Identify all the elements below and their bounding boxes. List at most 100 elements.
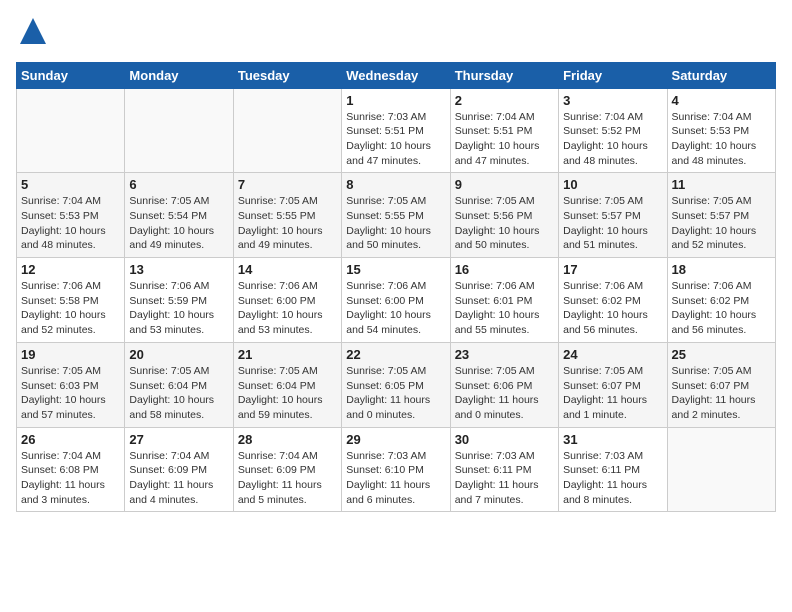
day-info: Sunrise: 7:04 AMSunset: 5:51 PMDaylight:… — [455, 110, 554, 169]
day-info: Sunrise: 7:05 AMSunset: 5:54 PMDaylight:… — [129, 194, 228, 253]
day-info: Sunrise: 7:06 AMSunset: 5:58 PMDaylight:… — [21, 279, 120, 338]
calendar-cell: 16 Sunrise: 7:06 AMSunset: 6:01 PMDayligh… — [450, 258, 558, 343]
day-info: Sunrise: 7:05 AMSunset: 6:05 PMDaylight:… — [346, 364, 445, 423]
day-number: 13 — [129, 262, 228, 277]
calendar-cell — [233, 88, 341, 173]
page-header — [16, 16, 776, 52]
day-number: 12 — [21, 262, 120, 277]
day-number: 5 — [21, 177, 120, 192]
calendar-cell: 1 Sunrise: 7:03 AMSunset: 5:51 PMDaylight… — [342, 88, 450, 173]
day-info: Sunrise: 7:03 AMSunset: 5:51 PMDaylight:… — [346, 110, 445, 169]
calendar-cell: 5 Sunrise: 7:04 AMSunset: 5:53 PMDaylight… — [17, 173, 125, 258]
day-info: Sunrise: 7:06 AMSunset: 6:00 PMDaylight:… — [238, 279, 337, 338]
weekday-header-sunday: Sunday — [17, 62, 125, 88]
day-number: 14 — [238, 262, 337, 277]
calendar-cell: 21Sunrise: 7:05 AMSunset: 6:04 PMDayligh… — [233, 342, 341, 427]
day-number: 16 — [455, 262, 554, 277]
day-info: Sunrise: 7:04 AMSunset: 5:53 PMDaylight:… — [672, 110, 771, 169]
day-info: Sunrise: 7:05 AMSunset: 5:57 PMDaylight:… — [563, 194, 662, 253]
calendar-cell: 14 Sunrise: 7:06 AMSunset: 6:00 PMDayligh… — [233, 258, 341, 343]
day-number: 31 — [563, 432, 662, 447]
calendar-cell: 30Sunrise: 7:03 AMSunset: 6:11 PMDayligh… — [450, 427, 558, 512]
calendar-cell: 25Sunrise: 7:05 AMSunset: 6:07 PMDayligh… — [667, 342, 775, 427]
calendar-cell — [17, 88, 125, 173]
day-number: 26 — [21, 432, 120, 447]
calendar-cell: 20Sunrise: 7:05 AMSunset: 6:04 PMDayligh… — [125, 342, 233, 427]
day-number: 29 — [346, 432, 445, 447]
day-info: Sunrise: 7:04 AMSunset: 6:08 PMDaylight:… — [21, 449, 120, 508]
calendar-week-4: 19Sunrise: 7:05 AMSunset: 6:03 PMDayligh… — [17, 342, 776, 427]
day-info: Sunrise: 7:05 AMSunset: 5:55 PMDaylight:… — [346, 194, 445, 253]
day-info: Sunrise: 7:05 AMSunset: 6:07 PMDaylight:… — [672, 364, 771, 423]
day-number: 27 — [129, 432, 228, 447]
day-number: 6 — [129, 177, 228, 192]
calendar-cell: 3 Sunrise: 7:04 AMSunset: 5:52 PMDaylight… — [559, 88, 667, 173]
weekday-header-monday: Monday — [125, 62, 233, 88]
day-number: 15 — [346, 262, 445, 277]
calendar-cell: 8 Sunrise: 7:05 AMSunset: 5:55 PMDaylight… — [342, 173, 450, 258]
day-number: 9 — [455, 177, 554, 192]
calendar-cell: 18 Sunrise: 7:06 AMSunset: 6:02 PMDayligh… — [667, 258, 775, 343]
weekday-header-wednesday: Wednesday — [342, 62, 450, 88]
day-number: 4 — [672, 93, 771, 108]
day-number: 28 — [238, 432, 337, 447]
calendar-cell: 9 Sunrise: 7:05 AMSunset: 5:56 PMDaylight… — [450, 173, 558, 258]
day-number: 17 — [563, 262, 662, 277]
day-info: Sunrise: 7:05 AMSunset: 5:55 PMDaylight:… — [238, 194, 337, 253]
day-number: 1 — [346, 93, 445, 108]
day-number: 8 — [346, 177, 445, 192]
day-number: 11 — [672, 177, 771, 192]
day-number: 24 — [563, 347, 662, 362]
day-number: 7 — [238, 177, 337, 192]
day-number: 10 — [563, 177, 662, 192]
day-info: Sunrise: 7:04 AMSunset: 6:09 PMDaylight:… — [129, 449, 228, 508]
weekday-header-tuesday: Tuesday — [233, 62, 341, 88]
calendar-week-2: 5 Sunrise: 7:04 AMSunset: 5:53 PMDaylight… — [17, 173, 776, 258]
calendar-cell: 19Sunrise: 7:05 AMSunset: 6:03 PMDayligh… — [17, 342, 125, 427]
weekday-header-saturday: Saturday — [667, 62, 775, 88]
calendar-cell: 10 Sunrise: 7:05 AMSunset: 5:57 PMDayligh… — [559, 173, 667, 258]
weekday-header-thursday: Thursday — [450, 62, 558, 88]
calendar-week-5: 26 Sunrise: 7:04 AMSunset: 6:08 PMDayligh… — [17, 427, 776, 512]
day-info: Sunrise: 7:05 AMSunset: 5:57 PMDaylight:… — [672, 194, 771, 253]
day-info: Sunrise: 7:03 AMSunset: 6:11 PMDaylight:… — [563, 449, 662, 508]
logo-icon — [18, 16, 48, 46]
day-info: Sunrise: 7:05 AMSunset: 6:04 PMDaylight:… — [238, 364, 337, 423]
calendar-cell — [667, 427, 775, 512]
day-number: 18 — [672, 262, 771, 277]
calendar-week-1: 1 Sunrise: 7:03 AMSunset: 5:51 PMDaylight… — [17, 88, 776, 173]
day-number: 2 — [455, 93, 554, 108]
day-number: 3 — [563, 93, 662, 108]
day-number: 23 — [455, 347, 554, 362]
calendar-cell — [125, 88, 233, 173]
weekday-header-friday: Friday — [559, 62, 667, 88]
calendar-cell: 17Sunrise: 7:06 AMSunset: 6:02 PMDayligh… — [559, 258, 667, 343]
calendar-week-3: 12 Sunrise: 7:06 AMSunset: 5:58 PMDayligh… — [17, 258, 776, 343]
day-info: Sunrise: 7:03 AMSunset: 6:10 PMDaylight:… — [346, 449, 445, 508]
calendar-cell: 6 Sunrise: 7:05 AMSunset: 5:54 PMDaylight… — [125, 173, 233, 258]
day-number: 19 — [21, 347, 120, 362]
day-info: Sunrise: 7:05 AMSunset: 6:06 PMDaylight:… — [455, 364, 554, 423]
day-info: Sunrise: 7:04 AMSunset: 6:09 PMDaylight:… — [238, 449, 337, 508]
calendar-cell: 2 Sunrise: 7:04 AMSunset: 5:51 PMDaylight… — [450, 88, 558, 173]
day-info: Sunrise: 7:05 AMSunset: 5:56 PMDaylight:… — [455, 194, 554, 253]
day-info: Sunrise: 7:06 AMSunset: 6:02 PMDaylight:… — [672, 279, 771, 338]
calendar-cell: 11 Sunrise: 7:05 AMSunset: 5:57 PMDayligh… — [667, 173, 775, 258]
day-info: Sunrise: 7:06 AMSunset: 6:00 PMDaylight:… — [346, 279, 445, 338]
calendar-cell: 29 Sunrise: 7:03 AMSunset: 6:10 PMDayligh… — [342, 427, 450, 512]
day-info: Sunrise: 7:06 AMSunset: 5:59 PMDaylight:… — [129, 279, 228, 338]
calendar-cell: 31 Sunrise: 7:03 AMSunset: 6:11 PMDayligh… — [559, 427, 667, 512]
calendar-cell: 28 Sunrise: 7:04 AMSunset: 6:09 PMDayligh… — [233, 427, 341, 512]
day-info: Sunrise: 7:04 AMSunset: 5:52 PMDaylight:… — [563, 110, 662, 169]
calendar-cell: 15 Sunrise: 7:06 AMSunset: 6:00 PMDayligh… — [342, 258, 450, 343]
day-info: Sunrise: 7:04 AMSunset: 5:53 PMDaylight:… — [21, 194, 120, 253]
calendar-cell: 13 Sunrise: 7:06 AMSunset: 5:59 PMDayligh… — [125, 258, 233, 343]
logo — [16, 16, 48, 52]
calendar-cell: 27 Sunrise: 7:04 AMSunset: 6:09 PMDayligh… — [125, 427, 233, 512]
day-info: Sunrise: 7:06 AMSunset: 6:01 PMDaylight:… — [455, 279, 554, 338]
calendar-cell: 26 Sunrise: 7:04 AMSunset: 6:08 PMDayligh… — [17, 427, 125, 512]
calendar-cell: 22 Sunrise: 7:05 AMSunset: 6:05 PMDayligh… — [342, 342, 450, 427]
calendar-table: SundayMondayTuesdayWednesdayThursdayFrid… — [16, 62, 776, 513]
day-number: 22 — [346, 347, 445, 362]
calendar-cell: 7 Sunrise: 7:05 AMSunset: 5:55 PMDaylight… — [233, 173, 341, 258]
